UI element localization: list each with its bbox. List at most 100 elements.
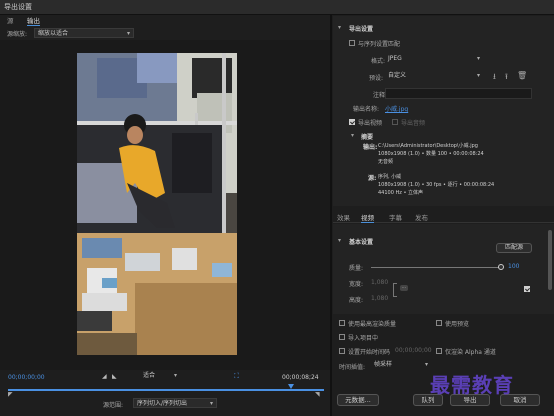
start-timecode-checkbox[interactable] <box>339 348 345 354</box>
save-preset-icon[interactable]: ⭳ <box>493 71 496 85</box>
preview-image <box>77 53 237 355</box>
timeline-scrubber[interactable] <box>8 384 324 392</box>
max-quality-checkbox[interactable] <box>339 320 345 326</box>
alpha-only-label: 仅渲染 Alpha 通道 <box>445 349 496 356</box>
resize-checkbox[interactable] <box>524 286 530 292</box>
export-settings-header: 导出设置 <box>349 26 374 33</box>
match-source-button[interactable]: 匹配源 <box>496 243 532 253</box>
scaling-value: 缩放以适合 <box>38 30 69 37</box>
export-settings-panel: ▾ 导出设置 与序列设置匹配 格式: JPEG ▾ 预设: 自定义 ▾ ⭳ ⭱ … <box>333 16 554 206</box>
delete-preset-icon[interactable]: 🗑 <box>517 71 527 80</box>
interpolation-label: 时间插值: <box>339 364 366 371</box>
in-point-icon[interactable]: ◤ <box>8 391 13 398</box>
source-range-dropdown[interactable]: 序列切入/序列切出 ▾ <box>133 398 217 408</box>
chevron-down-icon: ▾ <box>209 400 213 407</box>
basic-collapse-icon[interactable]: ▾ <box>338 237 341 244</box>
window-title: 导出设置 <box>4 3 32 11</box>
export-audio-checkbox <box>392 119 398 125</box>
tab-publish[interactable]: 发布 <box>415 212 428 222</box>
import-project-label: 导入项目中 <box>348 335 379 342</box>
timeline-range <box>8 389 324 391</box>
summary-source-label: 源: <box>368 175 377 182</box>
summary-header: 摘要 <box>361 134 374 141</box>
video-preview-frame <box>77 53 237 355</box>
format-value: JPEG <box>388 55 402 62</box>
source-range-label: 源范围: <box>103 402 124 409</box>
import-preset-icon[interactable]: ⭱ <box>505 71 508 85</box>
summary-source-line-1: 序列, 小威 <box>378 174 402 180</box>
width-label: 宽度: <box>349 281 364 288</box>
start-timecode-value: 00;00;00;00 <box>395 347 432 354</box>
tab-effects[interactable]: 效果 <box>337 212 350 222</box>
format-dropdown[interactable]: JPEG ▾ <box>385 54 483 64</box>
scaling-label: 源缩放: <box>7 31 28 38</box>
quality-slider-handle[interactable] <box>498 264 504 270</box>
chevron-down-icon: ▾ <box>173 372 177 379</box>
mark-out-icon[interactable]: ◣ <box>112 373 117 380</box>
match-sequence-label: 与序列设置匹配 <box>358 41 401 48</box>
tab-output[interactable]: 输出 <box>27 15 40 26</box>
quality-label: 质量: <box>349 265 364 272</box>
summary-output-line-1: C:\Users\Administrator\Desktop\小威.jpg <box>378 143 478 149</box>
summary-source-line-3: 44100 Hz • 立体声 <box>378 190 424 196</box>
use-previews-label: 使用预览 <box>445 321 470 328</box>
export-audio-label: 导出音频 <box>401 120 426 127</box>
scaling-row: 源缩放: 缩放以适合 ▾ <box>0 27 330 38</box>
collapse-icon[interactable]: ▾ <box>338 24 341 31</box>
summary-output-line-3: 无音频 <box>378 159 394 165</box>
preset-label: 预设: <box>369 75 384 82</box>
link-icon[interactable]: ⋯ <box>400 285 408 291</box>
fit-value: 适合 <box>143 372 156 379</box>
mark-in-icon[interactable]: ◢ <box>102 373 107 380</box>
link-bracket <box>393 283 397 297</box>
output-name-label: 输出名称: <box>353 106 380 113</box>
width-value: 1,080 <box>371 279 389 286</box>
current-time[interactable]: 00;00;00;00 <box>8 374 45 381</box>
comment-input[interactable] <box>385 88 532 99</box>
summary-output-line-2: 1080x1908 (1.0) • 数量 100 • 00:00:08:24 <box>378 151 484 157</box>
chevron-down-icon: ▾ <box>476 72 480 79</box>
max-quality-label: 使用最高渲染质量 <box>348 321 397 328</box>
use-previews-checkbox[interactable] <box>436 320 442 326</box>
crop-icon[interactable]: ⛶ <box>234 372 239 381</box>
chevron-down-icon: ▾ <box>126 30 130 37</box>
settings-scrollbar[interactable] <box>548 230 552 290</box>
height-value: 1,080 <box>371 295 389 302</box>
export-video-checkbox[interactable] <box>349 119 355 125</box>
summary-collapse-icon[interactable]: ▾ <box>351 132 354 139</box>
summary-source-line-2: 1080x1908 (1.0) • 30 fps • 逐行 • 00:00:08… <box>378 182 495 188</box>
basic-settings-header: 基本设置 <box>349 239 374 246</box>
playhead[interactable] <box>288 384 294 389</box>
panel-divider[interactable] <box>330 15 332 416</box>
source-range-value: 序列切入/序列切出 <box>137 400 188 407</box>
interpolation-dropdown[interactable]: 帧采样 ▾ <box>371 360 431 370</box>
summary-output-label: 输出: <box>363 144 378 151</box>
chevron-down-icon: ▾ <box>476 55 480 62</box>
output-name-link[interactable]: 小威.jpg <box>385 104 408 113</box>
metadata-button[interactable]: 元数据... <box>337 394 379 406</box>
tab-video[interactable]: 视频 <box>361 212 374 223</box>
fit-dropdown[interactable]: 适合 ▾ <box>140 372 180 381</box>
alpha-only-checkbox[interactable] <box>436 348 442 354</box>
preview-tabs: 源 输出 <box>0 15 330 26</box>
height-label: 高度: <box>349 297 364 304</box>
end-time: 00;00;08;24 <box>282 374 319 381</box>
title-bar: 导出设置 <box>0 0 554 15</box>
tab-source[interactable]: 源 <box>7 15 14 25</box>
basic-settings-panel: ▾ 基本设置 匹配源 质量: 100 宽度: 1,080 高度: 1,080 ⋯ <box>333 224 554 314</box>
scaling-dropdown[interactable]: 缩放以适合 ▾ <box>34 28 134 38</box>
format-label: 格式: <box>371 58 386 65</box>
export-video-label: 导出视频 <box>358 120 383 127</box>
quality-value[interactable]: 100 <box>508 263 519 270</box>
match-sequence-checkbox[interactable] <box>349 40 355 46</box>
watermark-logo: 最需教育 <box>430 373 514 397</box>
settings-tabs: 效果 视频 字幕 发布 <box>333 210 554 223</box>
out-point-icon[interactable]: ◥ <box>315 391 320 398</box>
quality-slider-track[interactable] <box>371 267 501 268</box>
import-project-checkbox[interactable] <box>339 334 345 340</box>
start-timecode-label: 设置开始时间码 <box>348 349 391 356</box>
tab-captions[interactable]: 字幕 <box>389 212 402 222</box>
preset-dropdown[interactable]: 自定义 ▾ <box>385 71 483 81</box>
preset-value: 自定义 <box>388 72 407 79</box>
chevron-down-icon: ▾ <box>424 361 428 368</box>
